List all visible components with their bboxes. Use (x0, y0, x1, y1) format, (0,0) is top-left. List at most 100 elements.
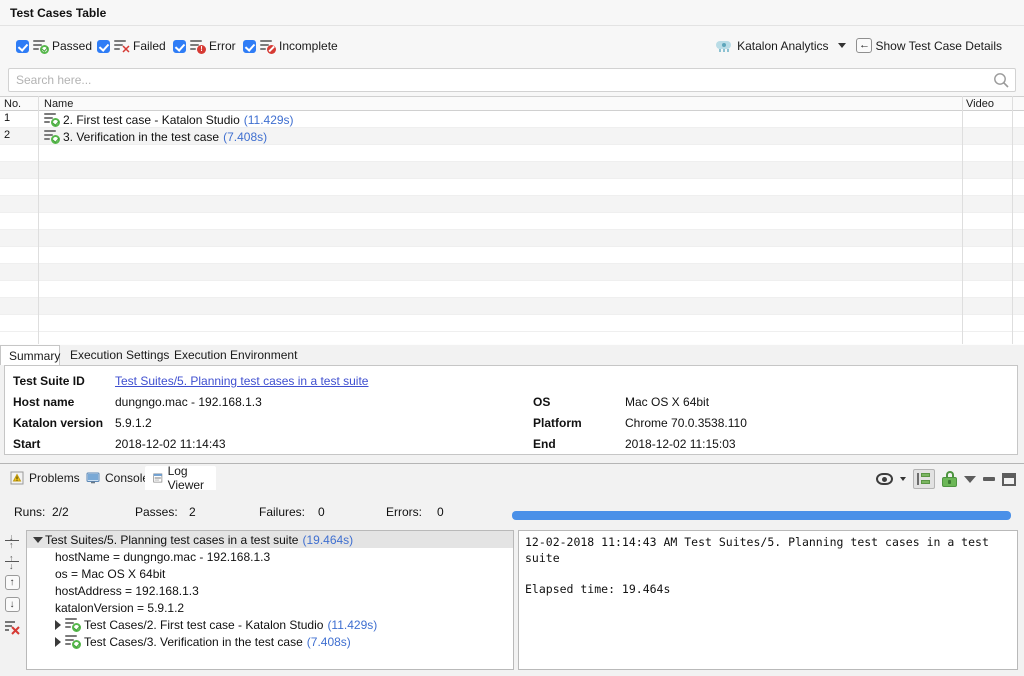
filter-incomplete[interactable]: Incomplete (243, 37, 338, 55)
chevron-down-icon[interactable] (33, 537, 43, 543)
chevron-down-icon[interactable] (838, 43, 846, 48)
summary-area: Summary Execution Settings Execution Env… (0, 345, 1024, 463)
column-header-name[interactable]: Name (44, 98, 73, 110)
tab-execution-environment-label: Execution Environment (174, 348, 297, 362)
summary-row-os: OS Mac OS X 64bit (525, 395, 1005, 416)
tab-problems[interactable]: Problems (2, 466, 88, 490)
lock-icon[interactable] (942, 471, 957, 487)
status-error-icon (190, 40, 205, 53)
table-row[interactable]: 2 3. Verification in the test case (7.408s… (0, 128, 1024, 145)
log-tree-node[interactable]: os = Mac OS X 64bit (27, 565, 513, 582)
table-row[interactable]: 12. First test case - Katalon Studio(11.… (0, 111, 1024, 128)
tab-log-viewer[interactable]: Log Viewer (145, 466, 216, 490)
column-divider-video (962, 96, 963, 344)
show-test-case-details-button[interactable]: ← Show Test Case Details (856, 38, 1002, 53)
summary-row-end: End 2018-12-02 11:15:03 (525, 437, 1005, 458)
chevron-right-icon[interactable] (55, 637, 61, 647)
table-row-empty (0, 247, 1024, 264)
summary-row-start: Start 2018-12-02 11:14:43 (5, 437, 505, 458)
katalon-analytics-label[interactable]: Katalon Analytics (737, 39, 828, 53)
test-case-name: 3. Verification in the test case (63, 130, 219, 144)
test-cases-table-panel: Test Cases Table Passed ✕ Failed (0, 0, 1024, 344)
cell-no: 1 (4, 112, 10, 124)
table-row-empty (0, 196, 1024, 213)
search-box[interactable] (8, 68, 1016, 92)
table-row-empty (0, 162, 1024, 179)
search-icon[interactable] (993, 72, 1010, 89)
search-input[interactable] (9, 69, 984, 91)
status-passed-icon (65, 618, 80, 631)
log-tree-node-duration: (19.464s) (302, 533, 353, 547)
log-tree-node[interactable]: Test Suites/5. Planning test cases in a … (27, 531, 513, 548)
katalon-analytics-cloud-icon (716, 39, 731, 52)
tab-execution-environment[interactable]: Execution Environment (166, 345, 305, 365)
table-row-empty (0, 145, 1024, 162)
clear-log-icon[interactable] (4, 619, 20, 635)
filter-error-label: Error (209, 39, 236, 53)
summary-row-katalon-version: Katalon version 5.9.1.2 (5, 416, 505, 437)
value-test-suite-id[interactable]: Test Suites/5. Planning test cases in a … (115, 374, 368, 388)
log-tree-node-label: hostAddress = 192.168.1.3 (55, 584, 199, 598)
column-header-video[interactable]: Video (966, 98, 994, 110)
filter-failed-label: Failed (133, 39, 166, 53)
log-tree[interactable]: Test Suites/5. Planning test cases in a … (26, 530, 514, 670)
status-passed-icon (44, 130, 59, 143)
log-tree-node-duration: (11.429s) (327, 618, 377, 632)
test-case-duration: (11.429s) (244, 113, 294, 127)
log-tree-node-duration: (7.408s) (307, 635, 351, 649)
checkbox-passed[interactable] (16, 40, 29, 53)
move-down-icon[interactable]: ↓ (5, 597, 20, 612)
stat-passes-label: Passes: (135, 505, 178, 519)
collapse-all-icon[interactable]: ↓↑ (5, 533, 19, 547)
status-passed-icon (44, 113, 59, 126)
problems-icon (10, 471, 24, 485)
log-tree-node[interactable]: hostAddress = 192.168.1.3 (27, 582, 513, 599)
show-view-menu-eye-icon[interactable] (876, 473, 893, 485)
column-header-no[interactable]: No. (4, 98, 21, 110)
stat-failures-value: 0 (318, 505, 325, 519)
tree-mode-button[interactable] (913, 469, 935, 489)
filter-passed[interactable]: Passed (16, 37, 92, 55)
page-title: Test Cases Table (10, 6, 106, 20)
checkbox-failed[interactable] (97, 40, 110, 53)
chevron-right-icon[interactable] (55, 620, 61, 630)
cell-no: 2 (4, 129, 10, 141)
maximize-icon[interactable] (1002, 473, 1016, 486)
label-katalon-version: Katalon version (13, 416, 103, 430)
filter-failed[interactable]: ✕ Failed (97, 37, 166, 55)
eye-dropdown-chevron-icon[interactable] (900, 477, 906, 481)
tab-summary[interactable]: Summary (0, 345, 60, 365)
show-test-case-details-label: Show Test Case Details (875, 39, 1002, 53)
table-right-edge (1012, 96, 1013, 344)
table-body: 12. First test case - Katalon Studio(11.… (0, 111, 1024, 343)
log-tree-node-label: Test Cases/3. Verification in the test c… (84, 635, 303, 649)
tab-execution-settings[interactable]: Execution Settings (62, 345, 177, 365)
checkbox-incomplete[interactable] (243, 40, 256, 53)
log-tree-node[interactable]: hostName = dungngo.mac - 192.168.1.3 (27, 548, 513, 565)
checkbox-error[interactable] (173, 40, 186, 53)
table-row-empty (0, 213, 1024, 230)
execution-progress-bar (512, 511, 1011, 520)
filter-passed-label: Passed (52, 39, 92, 53)
tab-summary-label: Summary (9, 349, 60, 363)
label-end: End (533, 437, 556, 451)
log-tree-node[interactable]: Test Cases/3. Verification in the test c… (27, 633, 513, 650)
minimize-icon[interactable] (983, 477, 995, 481)
stat-passes-value: 2 (189, 505, 196, 519)
filter-error[interactable]: Error (173, 37, 236, 55)
move-up-icon[interactable]: ↑ (5, 575, 20, 590)
stat-errors-value: 0 (437, 505, 444, 519)
log-text-pane[interactable]: 12-02-2018 11:14:43 AM Test Suites/5. Pl… (518, 530, 1018, 670)
log-tree-node-label: hostName = dungngo.mac - 192.168.1.3 (55, 550, 270, 564)
test-case-duration: (7.408s) (223, 130, 267, 144)
arrow-left-icon: ← (856, 38, 872, 53)
log-tree-node[interactable]: katalonVersion = 5.9.1.2 (27, 599, 513, 616)
view-menu-icon[interactable] (964, 476, 976, 483)
log-tree-node-label: Test Cases/2. First test case - Katalon … (84, 618, 323, 632)
panel-actions: Katalon Analytics ← Show Test Case Detai… (716, 38, 1002, 53)
tab-console-label: Console (105, 471, 149, 485)
log-tree-node[interactable]: Test Cases/2. First test case - Katalon … (27, 616, 513, 633)
summary-details-box: Test Suite ID Test Suites/5. Planning te… (4, 365, 1018, 455)
value-end: 2018-12-02 11:15:03 (625, 437, 736, 451)
expand-all-icon[interactable]: ↑↓ (5, 554, 19, 568)
